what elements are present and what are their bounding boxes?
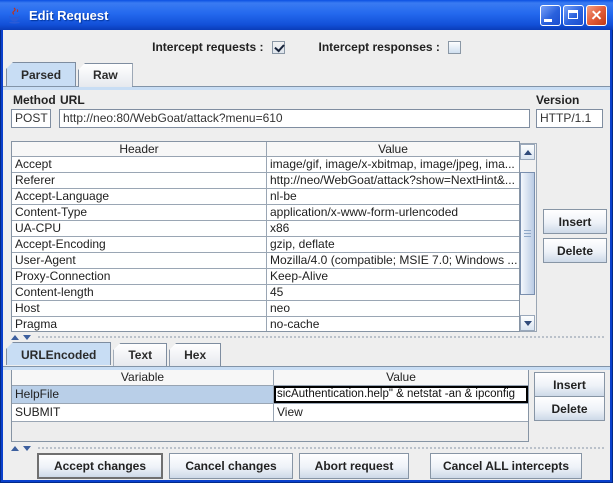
header-name-cell: Accept-Language	[12, 189, 267, 205]
arrow-up-icon	[524, 150, 532, 155]
header-name-cell: Content-Type	[12, 205, 267, 221]
header-name-cell: Pragma	[12, 317, 267, 332]
params-delete-button[interactable]: Delete	[534, 396, 605, 421]
headers-table-body: Acceptimage/gif, image/x-xbitmap, image/…	[12, 157, 519, 332]
divider-collapse-down-icon[interactable]	[23, 446, 31, 451]
split-divider-bottom[interactable]	[3, 444, 610, 453]
version-field[interactable]: HTTP/1.1	[536, 109, 603, 128]
java-icon	[6, 7, 23, 24]
split-divider-top[interactable]	[3, 333, 610, 342]
maximize-button[interactable]	[563, 5, 584, 26]
header-value-cell: gzip, deflate	[267, 237, 519, 253]
column-header-value[interactable]: Value	[274, 370, 528, 386]
header-row[interactable]: User-AgentMozilla/4.0 (compatible; MSIE …	[12, 253, 519, 269]
headers-table: Header Value Acceptimage/gif, image/x-xb…	[11, 141, 520, 332]
header-row[interactable]: Pragmano-cache	[12, 317, 519, 332]
abort-request-button[interactable]: Abort request	[299, 453, 409, 479]
header-value-cell: neo	[267, 301, 519, 317]
header-row[interactable]: Hostneo	[12, 301, 519, 317]
header-row[interactable]: Proxy-ConnectionKeep-Alive	[12, 269, 519, 285]
header-name-cell: Content-length	[12, 285, 267, 301]
header-name-cell: Host	[12, 301, 267, 317]
params-table: Variable Value HelpFilesicAuthentication…	[11, 369, 529, 442]
headers-insert-button[interactable]: Insert	[543, 209, 607, 234]
scroll-up-button[interactable]	[520, 144, 535, 160]
cancel-all-intercepts-button[interactable]: Cancel ALL intercepts	[430, 453, 582, 479]
intercept-requests-checkbox[interactable]	[272, 41, 285, 54]
maximize-icon	[568, 10, 578, 19]
header-value-cell: image/gif, image/x-xbitmap, image/jpeg, …	[267, 157, 519, 173]
tab-urlencoded[interactable]: URLEncoded	[6, 342, 111, 365]
arrow-down-icon	[524, 321, 532, 326]
params-table-body: HelpFilesicAuthentication.help" & netsta…	[12, 386, 528, 422]
tab-text[interactable]: Text	[113, 343, 167, 366]
headers-scrollbar[interactable]	[520, 143, 537, 332]
headers-delete-button[interactable]: Delete	[543, 238, 607, 263]
tabstrip2	[3, 366, 610, 370]
tab-parsed[interactable]: Parsed	[6, 62, 76, 86]
request-tab-bar: ParsedRaw	[6, 63, 133, 87]
header-value-cell: 45	[267, 285, 519, 301]
method-label: Method	[13, 93, 56, 107]
header-row[interactable]: Acceptimage/gif, image/x-xbitmap, image/…	[12, 157, 519, 173]
minimize-button[interactable]	[540, 5, 561, 26]
header-row[interactable]: Content-length45	[12, 285, 519, 301]
header-row[interactable]: Content-Typeapplication/x-www-form-urlen…	[12, 205, 519, 221]
tab-raw[interactable]: Raw	[78, 63, 133, 87]
headers-table-header: Header Value	[12, 142, 519, 157]
accept-changes-button[interactable]: Accept changes	[37, 453, 163, 479]
scrollbar-thumb[interactable]	[520, 172, 535, 295]
param-value-editor[interactable]: sicAuthentication.help" & netstat -an & …	[274, 386, 528, 403]
divider-collapse-up-icon[interactable]	[11, 335, 19, 340]
param-value-cell: View	[274, 404, 528, 422]
param-variable-cell: SUBMIT	[12, 404, 274, 422]
header-name-cell: User-Agent	[12, 253, 267, 269]
header-name-cell: Accept-Encoding	[12, 237, 267, 253]
scroll-down-button[interactable]	[520, 315, 535, 331]
url-field[interactable]: http://neo:80/WebGoat/attack?menu=610	[59, 109, 530, 128]
cancel-changes-button[interactable]: Cancel changes	[169, 453, 293, 479]
header-value-cell: http://neo/WebGoat/attack?show=NextHint&…	[267, 173, 519, 189]
param-row[interactable]: SUBMITView	[12, 404, 528, 422]
header-value-cell: Keep-Alive	[267, 269, 519, 285]
param-variable-cell: HelpFile	[12, 386, 274, 404]
header-value-cell: Mozilla/4.0 (compatible; MSIE 7.0; Windo…	[267, 253, 519, 269]
param-value-cell: sicAuthentication.help" & netstat -an & …	[274, 386, 528, 404]
header-name-cell: UA-CPU	[12, 221, 267, 237]
header-row[interactable]: Refererhttp://neo/WebGoat/attack?show=Ne…	[12, 173, 519, 189]
edit-request-window: Edit Request Intercept requests : Interc…	[0, 0, 613, 483]
header-value-cell: application/x-www-form-urlencoded	[267, 205, 519, 221]
intercept-controls: Intercept requests : Intercept responses…	[3, 35, 610, 59]
params-table-header: Variable Value	[12, 370, 528, 386]
column-header-value[interactable]: Value	[267, 142, 519, 157]
params-insert-button[interactable]: Insert	[534, 372, 605, 397]
header-name-cell: Proxy-Connection	[12, 269, 267, 285]
minimize-icon	[544, 19, 552, 22]
method-field[interactable]: POST	[11, 109, 51, 128]
close-button[interactable]	[586, 5, 607, 26]
header-row[interactable]: Accept-Languagenl-be	[12, 189, 519, 205]
header-value-cell: nl-be	[267, 189, 519, 205]
tab-hex[interactable]: Hex	[169, 343, 221, 366]
header-row[interactable]: Accept-Encodinggzip, deflate	[12, 237, 519, 253]
body-tab-bar: URLEncodedTextHex	[6, 343, 221, 366]
header-name-cell: Referer	[12, 173, 267, 189]
intercept-responses-checkbox[interactable]	[448, 41, 461, 54]
column-header-variable[interactable]: Variable	[12, 370, 274, 386]
divider-collapse-down-icon[interactable]	[23, 335, 31, 340]
dialog-content: Intercept requests : Intercept responses…	[3, 30, 610, 480]
titlebar[interactable]: Edit Request	[0, 0, 613, 30]
divider-collapse-up-icon[interactable]	[11, 446, 19, 451]
header-value-cell: x86	[267, 221, 519, 237]
column-header-header[interactable]: Header	[12, 142, 267, 157]
version-label: Version	[536, 93, 579, 107]
header-row[interactable]: UA-CPUx86	[12, 221, 519, 237]
intercept-requests-label: Intercept requests :	[152, 40, 263, 54]
intercept-responses-label: Intercept responses :	[319, 40, 440, 54]
url-label: URL	[60, 93, 85, 107]
header-value-cell: no-cache	[267, 317, 519, 332]
header-name-cell: Accept	[12, 157, 267, 173]
param-row[interactable]: HelpFilesicAuthentication.help" & netsta…	[12, 386, 528, 404]
window-title: Edit Request	[29, 8, 540, 23]
